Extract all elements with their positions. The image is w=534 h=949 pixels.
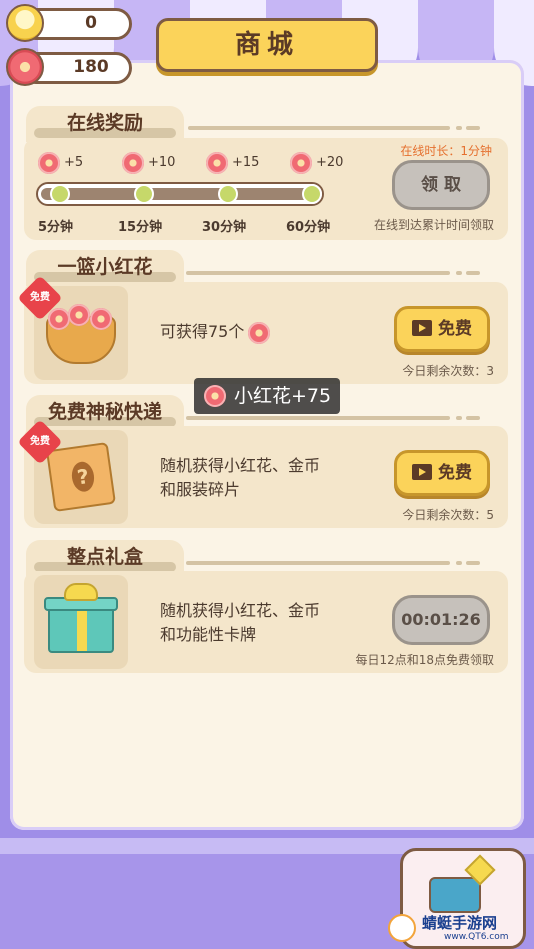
progress-node — [302, 184, 322, 204]
watermark-url: www.QT6.com — [444, 932, 509, 942]
bulb-count: 0 — [85, 13, 97, 33]
online-reward-card: +5 +10 +15 +20 5分钟 15分钟 30分钟 60分钟 在线时长：1… — [24, 138, 508, 240]
mystery-free-button[interactable]: 免费 — [394, 450, 490, 496]
claim-button[interactable]: 领 取 — [392, 160, 490, 210]
time-label-15: 15分钟 — [118, 220, 163, 235]
hourly-desc-line2: 和功能性卡牌 — [160, 625, 257, 644]
flower-count: 180 — [73, 57, 109, 77]
flower-icon — [204, 385, 226, 407]
video-icon — [412, 320, 432, 336]
progress-node — [218, 184, 238, 204]
flower-icon — [122, 152, 144, 174]
mystery-desc-line2: 和服装碎片 — [160, 480, 241, 499]
free-badge: 免费 — [17, 275, 63, 321]
basket-title: 一篮小红花 — [57, 256, 153, 278]
time-label-30: 30分钟 — [202, 220, 247, 235]
basket-free-button[interactable]: 免费 — [394, 306, 490, 352]
flower-icon — [290, 152, 312, 174]
reward-item-3: +15 — [206, 152, 286, 174]
wardrobe-icon — [429, 877, 481, 913]
hourly-title: 整点礼盒 — [66, 546, 143, 568]
basket-desc: 可获得75个 — [160, 322, 245, 341]
free-badge: 免费 — [17, 419, 63, 465]
watermark: 蜻蜓手游网 www.QT6.com — [386, 912, 530, 946]
progress-node — [134, 184, 154, 204]
basket-tab: 一篮小红花 — [26, 250, 184, 286]
reward-item-2: +10 — [122, 152, 202, 174]
time-progress-track — [36, 182, 324, 206]
flower-icon — [6, 48, 44, 86]
hourly-timer-button[interactable]: 00:01:26 — [392, 595, 490, 645]
online-note: 在线到达累计时间领取 — [373, 218, 494, 232]
mystery-desc-line1: 随机获得小红花、金币 — [160, 456, 321, 475]
online-reward-tab: 在线奖励 — [26, 106, 184, 142]
reward-toast: 小红花+75 — [194, 378, 340, 414]
hourly-note: 每日12点和18点免费领取 — [355, 653, 494, 667]
watermark-name: 蜻蜓手游网 — [422, 914, 498, 932]
progress-node — [50, 184, 70, 204]
time-label-5: 5分钟 — [38, 220, 74, 235]
online-reward-title: 在线奖励 — [66, 112, 143, 134]
reward-item-4: +20 — [290, 152, 370, 174]
gift-box-icon — [48, 605, 114, 653]
hourly-desc-line1: 随机获得小红花、金币 — [160, 601, 321, 620]
lightbulb-icon — [6, 4, 44, 42]
time-label-60: 60分钟 — [286, 220, 331, 235]
flower-icon — [38, 152, 60, 174]
online-time-text: 在线时长：1分钟 — [400, 144, 492, 158]
reward-item-1: +5 — [38, 152, 118, 174]
package-box-icon: ? — [45, 441, 117, 513]
mystery-remaining: 今日剩余次数：5 — [402, 508, 494, 522]
basket-card: 可获得75个 免费 今日剩余次数：3 — [24, 282, 508, 384]
mystery-title: 免费神秘快递 — [47, 401, 162, 423]
hourly-card: 随机获得小红花、金币 和功能性卡牌 00:01:26 每日12点和18点免费领取 — [24, 571, 508, 673]
mystery-card: ? 随机获得小红花、金币 和服装碎片 免费 今日剩余次数：5 — [24, 426, 508, 528]
hourly-thumb — [34, 575, 128, 669]
watermark-logo — [388, 914, 416, 942]
flower-icon — [206, 152, 228, 174]
page-title: 商城 — [156, 18, 378, 72]
flower-icon — [248, 322, 270, 344]
video-icon — [412, 464, 432, 480]
basket-remaining: 今日剩余次数：3 — [402, 364, 494, 378]
